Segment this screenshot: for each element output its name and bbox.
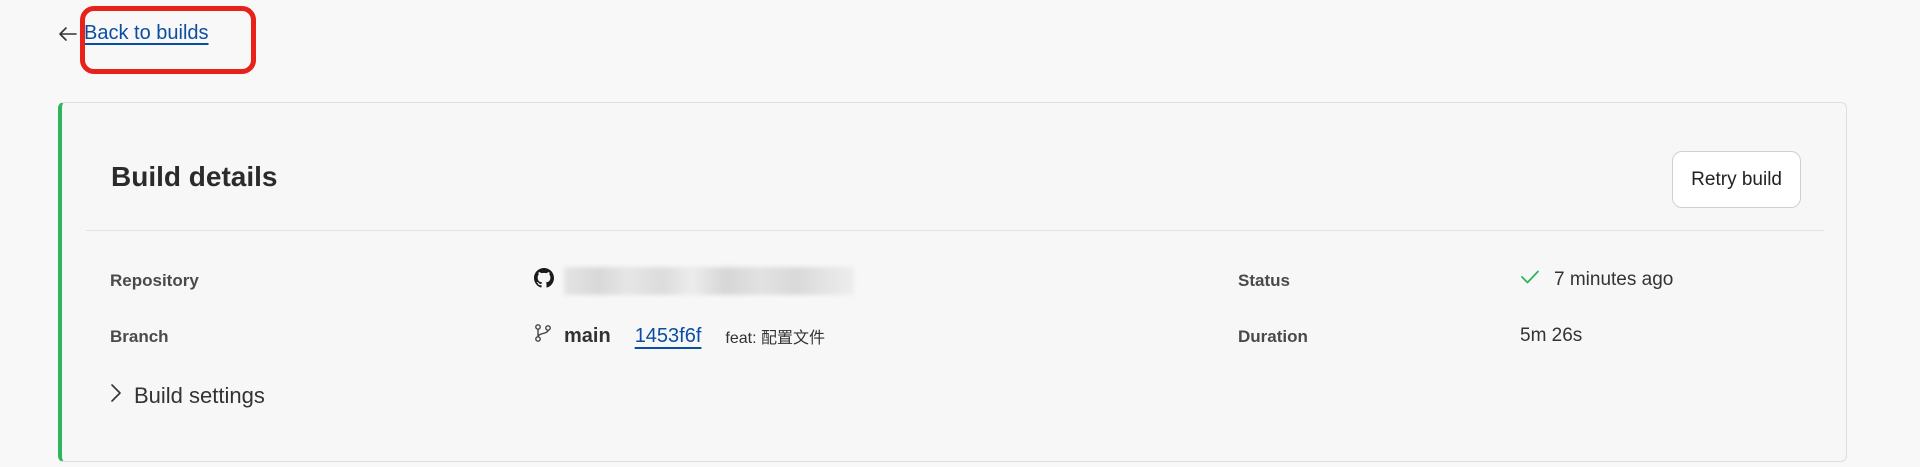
git-branch-icon: [534, 323, 552, 349]
divider: [86, 230, 1824, 231]
duration-label: Duration: [1238, 327, 1308, 346]
branch-name: main: [564, 324, 611, 347]
build-details-page: Back to builds Build details Retry build…: [0, 0, 1920, 467]
status-time: 7 minutes ago: [1554, 269, 1674, 290]
back-to-builds-label: Back to builds: [84, 22, 209, 44]
card-title: Build details: [111, 161, 278, 192]
build-settings-label: Build settings: [134, 383, 265, 408]
chevron-right-icon: [110, 383, 122, 409]
retry-build-button[interactable]: Retry build: [1672, 151, 1801, 208]
repository-name-redacted[interactable]: [564, 267, 854, 295]
branch-label: Branch: [110, 327, 169, 346]
repository-value: [534, 267, 854, 295]
duration-value: 5m 26s: [1520, 325, 1583, 346]
build-settings-toggle[interactable]: Build settings: [110, 383, 265, 409]
back-to-builds-link[interactable]: Back to builds: [58, 22, 209, 45]
github-icon: [534, 268, 554, 294]
check-icon: [1520, 269, 1540, 291]
commit-hash-link[interactable]: 1453f6f: [635, 325, 702, 348]
branch-value: main 1453f6f feat: 配置文件: [534, 323, 825, 349]
build-details-card: Build details Retry build Repository Bra…: [58, 102, 1847, 462]
repository-label: Repository: [110, 271, 199, 290]
status-value: 7 minutes ago: [1520, 269, 1673, 291]
status-label: Status: [1238, 271, 1290, 290]
arrow-left-icon: [58, 26, 78, 42]
commit-message: feat: 配置文件: [725, 330, 826, 347]
